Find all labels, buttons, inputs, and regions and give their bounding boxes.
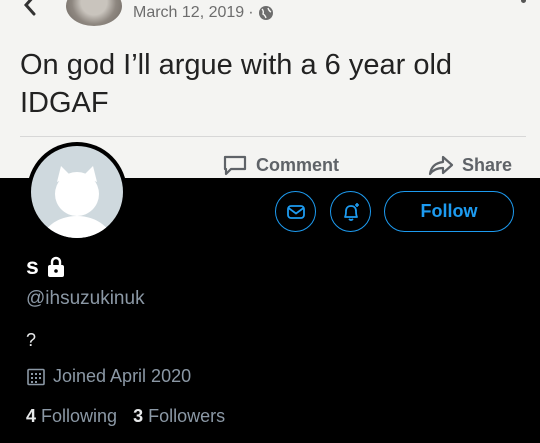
share-action: Share: [428, 154, 512, 176]
notifications-button[interactable]: [330, 191, 371, 232]
post-divider: [20, 136, 526, 137]
display-name: s: [26, 253, 39, 279]
followers-link[interactable]: 3 Followers: [133, 406, 225, 427]
following-count: 4: [26, 406, 37, 426]
post-date: March 12, 2019: [133, 4, 245, 21]
message-button[interactable]: [275, 191, 316, 232]
default-avatar-icon: [31, 146, 123, 238]
post-text: On god I’ll argue with a 6 year old IDGA…: [20, 49, 453, 119]
back-chevron-icon: [23, 0, 36, 16]
comment-icon: [223, 155, 247, 176]
followers-count: 3: [133, 406, 144, 426]
bell-plus-icon: [343, 202, 359, 221]
follow-button[interactable]: Follow: [384, 191, 514, 232]
user-bio: ?: [26, 330, 37, 350]
more-options-icon: [521, 0, 526, 3]
mail-icon: [286, 204, 305, 219]
post-meta: March 12, 2019 ·: [133, 4, 274, 22]
share-icon: [428, 155, 454, 176]
following-link[interactable]: 4 Following: [26, 406, 117, 427]
globe-icon: [258, 6, 273, 20]
comment-action: Comment: [222, 154, 339, 176]
profile-avatar[interactable]: [27, 142, 127, 242]
lock-icon: [47, 256, 64, 277]
user-handle: @ihsuzukinuk: [26, 288, 145, 309]
display-name-row: s: [26, 253, 66, 280]
follow-stats: 4 Following 3 Followers: [26, 406, 225, 427]
followers-label: Followers: [148, 406, 226, 426]
joined-text: Joined April 2020: [53, 366, 192, 386]
following-label: Following: [41, 406, 118, 426]
joined-date: Joined April 2020: [26, 366, 191, 387]
calendar-icon: [27, 368, 45, 385]
post-author-avatar: [66, 0, 122, 26]
